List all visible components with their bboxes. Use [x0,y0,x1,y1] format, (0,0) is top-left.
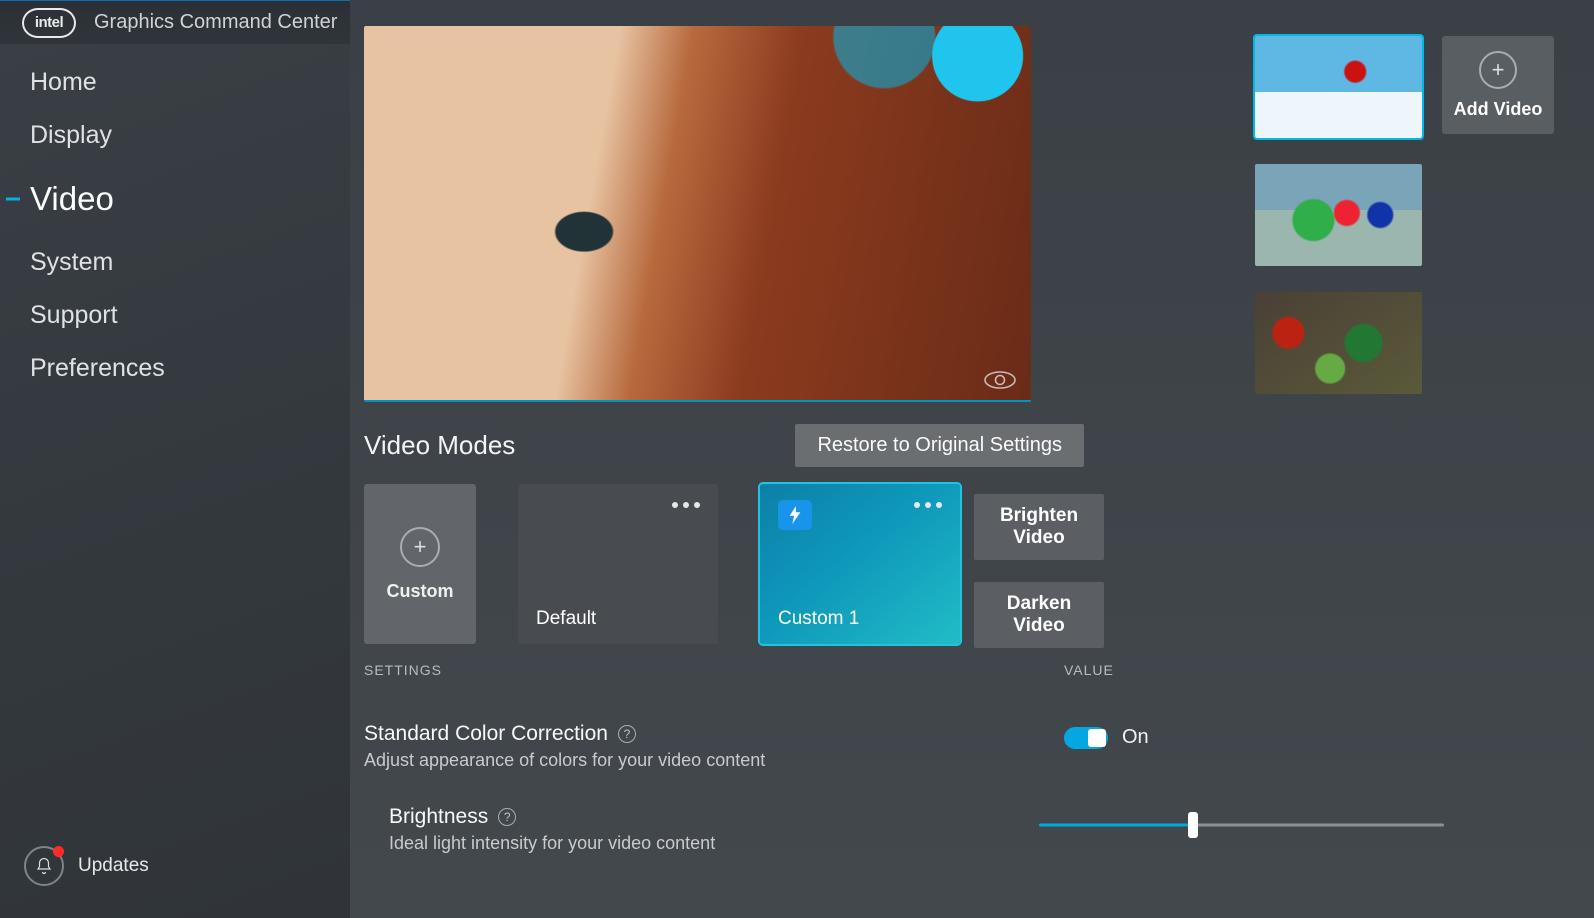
brightness-desc: Ideal light intensity for your video con… [389,833,1039,854]
restore-settings-button[interactable]: Restore to Original Settings [795,424,1084,467]
video-modes-header: Video Modes Restore to Original Settings [364,424,1554,467]
help-icon[interactable]: ? [498,808,516,826]
bell-icon [24,846,64,886]
settings-area: SETTINGS VALUE Standard Color Correction… [364,662,1554,854]
value-header: VALUE [1064,662,1114,678]
sample-thumbnail-list [1255,36,1422,394]
sample-thumb-3[interactable] [1255,292,1422,394]
updates-button[interactable]: Updates [24,846,149,886]
eye-icon [983,370,1017,390]
add-custom-mode-button[interactable]: + Custom [364,484,476,644]
nav-display[interactable]: Display [0,109,350,162]
mode-card-label: Custom 1 [778,608,859,630]
add-video-button[interactable]: + Add Video [1442,36,1554,134]
brightness-slider[interactable] [1039,813,1444,837]
nav-preferences[interactable]: Preferences [0,342,350,395]
video-modes-row: + Custom Default Custom 1 Brighten Video… [364,484,1104,648]
nav-system[interactable]: System [0,236,350,289]
app-title: Graphics Command Center [94,11,337,34]
main-content: + Add Video Video Modes Restore to Origi… [350,0,1594,918]
updates-label: Updates [78,855,149,877]
setting-standard-color-correction: Standard Color Correction ? Adjust appea… [364,722,1554,771]
brighten-video-button[interactable]: Brighten Video [974,494,1104,560]
settings-header: SETTINGS [364,662,1064,678]
sidebar: Home Display Video System Support Prefer… [0,44,350,918]
brightness-title: Brightness ? [389,805,1039,829]
scc-desc: Adjust appearance of colors for your vid… [364,750,1064,771]
quick-actions: Brighten Video Darken Video [974,494,1104,648]
add-video-label: Add Video [1454,99,1543,120]
video-modes-title: Video Modes [364,430,515,461]
scc-value: On [1064,726,1149,749]
scc-title: Standard Color Correction ? [364,722,1064,746]
sample-thumb-1[interactable] [1255,36,1422,138]
nav-home[interactable]: Home [0,56,350,109]
setting-brightness: Brightness ? Ideal light intensity for y… [364,805,1554,854]
more-icon[interactable] [914,502,942,508]
custom-mode-label: Custom [387,581,454,602]
mode-card-label: Default [536,608,596,630]
mode-card-default[interactable]: Default [518,484,718,644]
video-preview [364,26,1031,402]
sample-thumb-2[interactable] [1255,164,1422,266]
darken-video-button[interactable]: Darken Video [974,582,1104,648]
scc-toggle[interactable] [1064,727,1108,749]
more-icon[interactable] [672,502,700,508]
scc-title-text: Standard Color Correction [364,722,608,746]
notification-dot-icon [53,846,64,857]
help-icon[interactable]: ? [618,725,636,743]
plus-icon: + [1479,51,1517,89]
nav-video[interactable]: Video [0,162,350,236]
slider-thumb[interactable] [1188,812,1198,838]
scc-toggle-label: On [1122,726,1149,749]
intel-logo: intel [22,8,76,38]
nav-support[interactable]: Support [0,289,350,342]
mode-card-custom1[interactable]: Custom 1 [760,484,960,644]
plus-icon: + [400,527,440,567]
bolt-icon [778,500,812,530]
settings-column-headers: SETTINGS VALUE [364,662,1554,678]
brightness-title-text: Brightness [389,805,488,829]
slider-track [1039,824,1444,827]
